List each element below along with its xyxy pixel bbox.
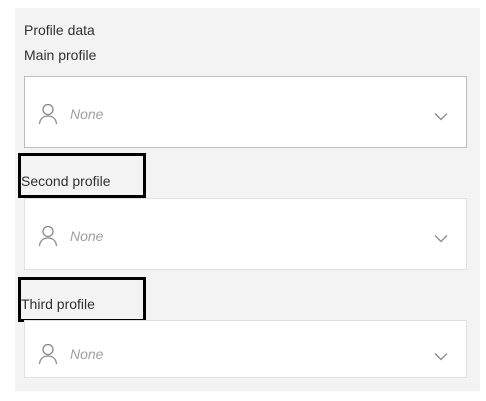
person-icon [38,343,58,365]
person-icon [38,103,58,125]
main-profile-lookup[interactable]: None [24,76,467,148]
section-title: Profile data [24,22,95,38]
second-profile-value: None [70,228,104,244]
chevron-down-icon[interactable] [434,108,448,121]
second-profile-highlight [18,153,146,198]
chevron-down-icon[interactable] [434,348,448,361]
main-profile-value: None [70,106,104,122]
third-profile-highlight [18,277,146,322]
main-profile-label: Main profile [24,47,97,63]
chevron-down-icon[interactable] [434,230,448,243]
third-profile-lookup[interactable]: None [24,320,467,378]
third-profile-value: None [70,346,104,362]
second-profile-lookup[interactable]: None [24,198,467,270]
person-icon [38,225,58,247]
